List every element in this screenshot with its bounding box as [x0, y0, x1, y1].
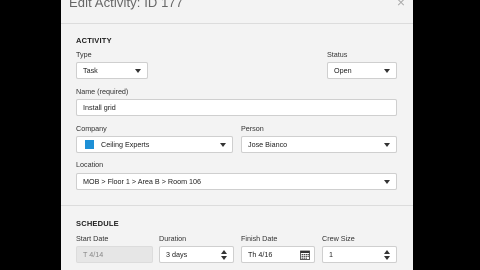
duration-label: Duration — [159, 234, 187, 243]
dialog-title: Edit Activity: ID 177 — [69, 0, 184, 10]
name-label: Name (required) — [76, 87, 129, 96]
crew-size-value: 1 — [329, 250, 333, 259]
status-value: Open — [334, 66, 352, 75]
status-select[interactable]: Open — [327, 62, 397, 79]
chevron-down-icon — [135, 69, 141, 73]
section-divider — [61, 205, 413, 206]
start-date-label: Start Date — [76, 234, 109, 243]
activity-section-label: ACTIVITY — [76, 36, 112, 45]
type-value: Task — [83, 66, 98, 75]
start-date-field: T 4/14 — [76, 246, 153, 263]
duration-stepper[interactable]: 3 days — [159, 246, 234, 263]
stepper-arrows-icon[interactable] — [384, 249, 391, 261]
finish-date-label: Finish Date — [241, 234, 278, 243]
company-value: Ceiling Experts — [101, 140, 150, 149]
chevron-down-icon — [384, 69, 390, 73]
close-icon[interactable]: × — [397, 0, 405, 9]
person-value: Jose Bianco — [248, 140, 288, 149]
screen: Edit Activity: ID 177 × ACTIVITY Type Ta… — [0, 0, 480, 270]
finish-date-field[interactable]: Th 4/16 — [241, 246, 315, 263]
crew-size-stepper[interactable]: 1 — [322, 246, 397, 263]
company-label: Company — [76, 124, 107, 133]
type-label: Type — [76, 50, 92, 59]
calendar-icon[interactable] — [300, 250, 310, 260]
start-date-value: T 4/14 — [83, 250, 104, 259]
chevron-down-icon — [384, 180, 390, 184]
duration-value: 3 days — [166, 250, 188, 259]
location-value: MOB > Floor 1 > Area B > Room 106 — [83, 177, 202, 186]
status-label: Status — [327, 50, 348, 59]
person-label: Person — [241, 124, 264, 133]
chevron-down-icon — [384, 143, 390, 147]
schedule-section-label: SCHEDULE — [76, 219, 119, 228]
crew-size-label: Crew Size — [322, 234, 355, 243]
location-select[interactable]: MOB > Floor 1 > Area B > Room 106 — [76, 173, 397, 190]
type-select[interactable]: Task — [76, 62, 148, 79]
finish-date-value: Th 4/16 — [248, 250, 273, 259]
header-divider — [61, 23, 413, 24]
company-select[interactable]: Ceiling Experts — [76, 136, 233, 153]
name-value: Install grid — [83, 103, 116, 112]
location-label: Location — [76, 160, 104, 169]
chevron-down-icon — [220, 143, 226, 147]
person-select[interactable]: Jose Bianco — [241, 136, 397, 153]
edit-activity-dialog: Edit Activity: ID 177 × ACTIVITY Type Ta… — [61, 0, 413, 270]
stepper-arrows-icon[interactable] — [221, 249, 228, 261]
name-field[interactable]: Install grid — [76, 99, 397, 116]
company-color-swatch — [85, 140, 94, 149]
